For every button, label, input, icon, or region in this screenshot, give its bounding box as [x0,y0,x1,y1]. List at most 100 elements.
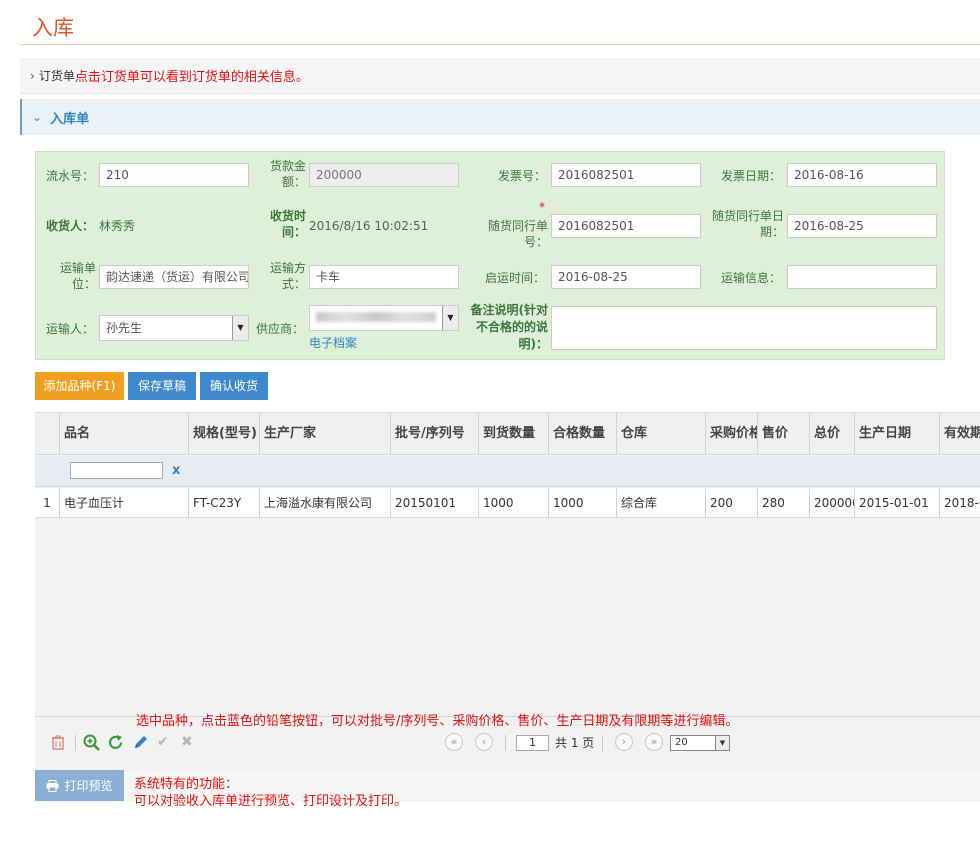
col-header[interactable]: 规格(型号) [189,413,260,455]
page-size-select[interactable]: 20 ▼ [670,735,730,751]
table-cell: 200000 [810,488,855,518]
col-header[interactable]: 有效期 [940,413,980,455]
table-cell: FT-C23Y [189,488,260,518]
dropdown-arrow-icon: ▼ [715,736,729,750]
chevron-down-icon: ⌄ [32,110,43,124]
zoom-in-icon[interactable] [83,734,100,754]
remark-textarea[interactable] [551,306,937,350]
col-header[interactable]: 生产日期 [855,413,940,455]
toolbar-separator [75,735,76,751]
receipt-section-header[interactable]: ⌄ 入库单 [20,99,980,135]
transport-info-label: 运输信息： [721,271,782,285]
supplier-label: 供应商： [256,322,305,336]
col-header[interactable]: 售价 [758,413,810,455]
payment-label: 货款金 额： [269,159,306,189]
print-preview-button[interactable]: 打印预览 [35,770,124,801]
waybill-no-input[interactable]: 2016082501 [551,214,701,238]
required-mark: * [539,200,545,214]
cancel-icon[interactable]: ✖ [181,735,193,750]
edit-tip-note: 选中品种，点击蓝色的铅笔按钮，可以对批号/序列号、采购价格、售价、生产日期及有限… [136,714,739,729]
col-header[interactable]: 生产厂家 [260,413,391,455]
col-header[interactable]: 采购价格 [706,413,758,455]
table-cell: 2018-01-01 [940,488,980,518]
payment-input: 200000 [309,163,459,187]
invoice-no-input[interactable]: 2016082501 [551,163,701,187]
trash-icon[interactable] [51,735,65,753]
last-page-icon[interactable]: » [645,733,663,751]
transport-mode-input[interactable]: 卡车 [309,265,459,289]
col-header[interactable]: 仓库 [617,413,706,455]
next-page-icon[interactable]: › [615,733,633,751]
row-number: 1 [35,488,60,518]
name-filter-input[interactable] [70,462,163,479]
waybill-no-label: 随货同行单 号： [487,219,548,249]
order-section-note: 点击订货单可以看到订货单的相关信息。 [74,70,309,85]
col-header[interactable]: 合格数量 [549,413,617,455]
order-section-header[interactable]: › 订货单 点击订货单可以看到订货单的相关信息。 [20,58,980,94]
serial-input[interactable]: 210 [99,163,249,187]
ship-time-label: 启运时间： [485,271,546,285]
refresh-icon[interactable] [107,734,124,754]
serial-label: 流水号： [46,169,95,183]
carrier-input[interactable]: 韵达速递（货运）有限公司 [99,265,249,289]
ship-time-input[interactable]: 2016-08-25 [551,265,701,289]
col-header[interactable]: 品名 [60,413,189,455]
printer-icon [46,779,59,792]
receipt-section-label: 入库单 [50,111,90,127]
first-page-icon[interactable]: « [445,733,463,751]
receiver-value: 林秀秀 [99,219,136,233]
remark-label: 备注说明(针对 不合格的的说 明)： [470,303,549,351]
pager-separator [602,735,603,751]
order-section-label: 订货单 [38,69,75,83]
table-cell: 1000 [479,488,549,518]
invoice-date-label: 发票日期： [721,169,782,183]
table-cell: 200 [706,488,758,518]
save-draft-button[interactable]: 保存草稿 [128,372,196,400]
feature-note-line1: 系统特有的功能： [134,777,239,792]
transporter-value: 孙先生 [106,321,143,335]
col-header[interactable]: 批号/序列号 [391,413,479,455]
check-icon[interactable]: ✔ [157,735,169,750]
waybill-date-label: 随货同行单日 期： [711,209,784,239]
table-cell: 280 [758,488,810,518]
receive-time-value: 2016/8/16 10:02:51 [309,219,429,233]
grid-filter-row: x [35,456,980,487]
invoice-date-input[interactable]: 2016-08-16 [787,163,937,187]
feature-note-line2: 可以对验收入库单进行预览、打印设计及打印。 [134,794,408,809]
invoice-no-label: 发票号： [498,169,547,183]
col-header[interactable]: 到货数量 [479,413,549,455]
carrier-label: 运输单 位： [59,261,96,291]
dropdown-arrow-icon: ▼ [442,306,458,330]
transporter-select[interactable]: 孙先生 ▼ [99,315,249,341]
pager-separator [505,735,506,751]
title-divider [20,44,980,45]
supplier-select[interactable]: ▼ [309,305,459,331]
clear-filter-icon[interactable]: x [172,463,180,478]
receipt-form: 流水号： 210 货款金 额： 200000 发票号： 2016082501 发票… [35,151,945,360]
prev-page-icon[interactable]: ‹ [475,733,493,751]
col-header[interactable]: 总价 [810,413,855,455]
transport-info-input[interactable] [787,265,937,289]
chevron-right-icon: › [30,68,35,83]
table-row[interactable]: 1 电子血压计 FT-C23Y 上海溢水康有限公司 20150101 1000 … [35,488,980,518]
table-cell: 综合库 [617,488,706,518]
page-number-input[interactable]: 1 [516,735,549,751]
electronic-archive-link[interactable]: 电子档案 [309,334,357,351]
table-cell: 1000 [549,488,617,518]
table-cell: 电子血压计 [60,488,189,518]
receiver-label: 收货人： [46,219,95,233]
pencil-icon[interactable] [133,735,148,753]
table-cell: 2015-01-01 [855,488,940,518]
table-cell: 上海溢水康有限公司 [260,488,391,518]
row-number-header [35,413,60,455]
page-size-value: 20 [675,737,688,748]
table-cell: 20150101 [391,488,479,518]
transport-mode-label: 运输方 式： [269,261,306,291]
confirm-receipt-button[interactable]: 确认收货 [200,372,268,400]
grid-header: 品名 规格(型号) 生产厂家 批号/序列号 到货数量 合格数量 仓库 采购价格 … [35,413,980,455]
add-item-button[interactable]: 添加品种(F1) [35,372,124,400]
receive-time-label: 收货时 间： [269,209,306,239]
transporter-label: 运输人： [46,322,95,336]
waybill-date-input[interactable]: 2016-08-25 [787,214,937,238]
supplier-value-redacted [316,312,436,322]
